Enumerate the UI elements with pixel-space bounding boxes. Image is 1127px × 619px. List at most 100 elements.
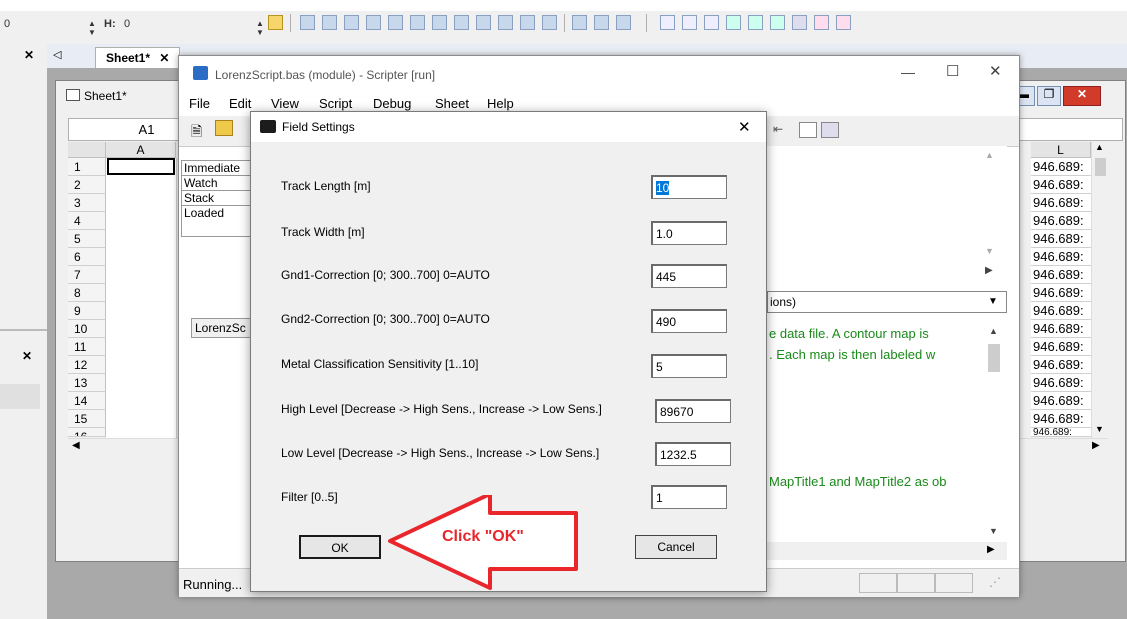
row-header[interactable]: 12: [68, 356, 106, 374]
map-icon-1[interactable]: [300, 15, 315, 30]
close-icon[interactable]: ✕: [24, 48, 34, 62]
shape-icon-5[interactable]: [814, 15, 829, 30]
track-length-field[interactable]: 10: [651, 175, 727, 199]
close-icon[interactable]: ✕: [738, 118, 751, 136]
maximize-icon[interactable]: ☐: [946, 62, 959, 80]
cell-l[interactable]: 946.689:: [1031, 374, 1091, 392]
map-icon-5[interactable]: [388, 15, 403, 30]
cell-l[interactable]: 946.689:: [1031, 212, 1091, 230]
tab-stack[interactable]: Stack: [182, 191, 252, 206]
gnd1-correction-field[interactable]: 445: [651, 264, 727, 288]
cell-l[interactable]: 946.689:: [1031, 176, 1091, 194]
menu-sheet[interactable]: Sheet: [435, 96, 469, 111]
line-icon[interactable]: [660, 15, 675, 30]
scroll-up-icon[interactable]: ▲: [989, 326, 998, 336]
h-value[interactable]: 0: [124, 18, 130, 30]
scroll-left-icon[interactable]: ◀: [72, 440, 80, 451]
high-level-field[interactable]: 89670: [655, 399, 731, 423]
map-icon-3[interactable]: [344, 15, 359, 30]
scroll-right-icon[interactable]: ▶: [1092, 440, 1100, 451]
scroll-thumb[interactable]: [988, 344, 1000, 372]
row-header[interactable]: 1: [68, 158, 106, 176]
cell-l[interactable]: 946.689:: [1031, 356, 1091, 374]
tab-watch[interactable]: Watch: [182, 176, 252, 191]
row-header[interactable]: 6: [68, 248, 106, 266]
scroll-right-icon[interactable]: ▶: [985, 265, 993, 276]
cancel-button[interactable]: Cancel: [635, 535, 717, 559]
track-width-field[interactable]: 1.0: [651, 221, 727, 245]
row-header[interactable]: 10: [68, 320, 106, 338]
tab-immediate[interactable]: Immediate: [182, 161, 252, 176]
layout-icon-2[interactable]: [594, 15, 609, 30]
restore-icon[interactable]: ❐: [1037, 86, 1061, 106]
row-header[interactable]: 16: [68, 428, 106, 437]
lock-icon[interactable]: [268, 15, 283, 30]
row-header[interactable]: 14: [68, 392, 106, 410]
scroll-down-icon[interactable]: ▼: [989, 526, 998, 536]
map-icon-8[interactable]: [454, 15, 469, 30]
map-icon-6[interactable]: [410, 15, 425, 30]
menu-help[interactable]: Help: [487, 96, 514, 111]
new-file-icon[interactable]: 🗎: [191, 121, 202, 145]
select-all-corner[interactable]: [68, 142, 106, 158]
row-header[interactable]: 8: [68, 284, 106, 302]
cell-l[interactable]: 946.689:: [1031, 266, 1091, 284]
shape-icon-4[interactable]: [792, 15, 807, 30]
cell-l[interactable]: 946.689:: [1031, 194, 1091, 212]
row-header[interactable]: 7: [68, 266, 106, 284]
close-icon[interactable]: ✕: [1063, 86, 1101, 106]
cell-l[interactable]: 946.689:: [1031, 338, 1091, 356]
procedure-dropdown[interactable]: ions) ▼: [767, 291, 1007, 313]
menu-debug[interactable]: Debug: [373, 96, 411, 111]
w-spinner-icon[interactable]: ▲ ▼: [88, 19, 96, 37]
scroll-right-icon[interactable]: ▶: [987, 544, 995, 555]
shape-icon-2[interactable]: [748, 15, 763, 30]
low-level-field[interactable]: 1232.5: [655, 442, 731, 466]
selected-cell-a1[interactable]: [107, 158, 175, 175]
close-icon[interactable]: ✕: [989, 62, 1002, 80]
chevron-down-icon[interactable]: ▼: [988, 292, 998, 312]
code-editor[interactable]: e data file. A contour map is . Each map…: [767, 318, 1007, 538]
cell-l[interactable]: 946.689:: [1031, 320, 1091, 338]
code-horizontal-scrollbar[interactable]: ▶: [767, 542, 1007, 560]
sheet-vertical-scrollbar[interactable]: ▲ ▼: [1091, 142, 1109, 438]
properties-icon[interactable]: [821, 122, 839, 138]
scroll-down-icon[interactable]: ▼: [1095, 424, 1104, 434]
metal-sensitivity-field[interactable]: 5: [651, 354, 727, 378]
close-icon[interactable]: ✕: [22, 349, 32, 363]
scroll-down-icon[interactable]: ▼: [985, 246, 994, 256]
scroll-up-icon[interactable]: ▲: [1095, 142, 1104, 152]
map-icon-12[interactable]: [542, 15, 557, 30]
map-icon-9[interactable]: [476, 15, 491, 30]
cell-l[interactable]: 946.689:: [1031, 248, 1091, 266]
cell-l[interactable]: 946.689:: [1031, 302, 1091, 320]
column-header-l[interactable]: L: [1031, 142, 1091, 158]
polyline-icon[interactable]: [682, 15, 697, 30]
cell-l[interactable]: 946.689:: [1031, 410, 1091, 428]
layout-icon-3[interactable]: [616, 15, 631, 30]
layout-icon-1[interactable]: [572, 15, 587, 30]
shape-icon-3[interactable]: [770, 15, 785, 30]
map-icon-10[interactable]: [498, 15, 513, 30]
row-header[interactable]: 9: [68, 302, 106, 320]
outdent-icon[interactable]: ⇤: [773, 122, 783, 136]
row-header[interactable]: 15: [68, 410, 106, 428]
form-icon[interactable]: [799, 122, 817, 138]
open-folder-icon[interactable]: [215, 120, 233, 136]
scroll-thumb[interactable]: [1095, 158, 1106, 176]
menu-edit[interactable]: Edit: [229, 96, 251, 111]
row-header[interactable]: 2: [68, 176, 106, 194]
map-icon-7[interactable]: [432, 15, 447, 30]
cell-l[interactable]: 946.689:: [1031, 230, 1091, 248]
menu-script[interactable]: Script: [319, 96, 352, 111]
row-header[interactable]: 3: [68, 194, 106, 212]
h-spinner-icon[interactable]: ▲ ▼: [256, 19, 264, 37]
shape-icon-6[interactable]: [836, 15, 851, 30]
row-header[interactable]: 11: [68, 338, 106, 356]
column-a-cells[interactable]: [106, 158, 177, 438]
gnd2-correction-field[interactable]: 490: [651, 309, 727, 333]
tab-scroll-left-icon[interactable]: ◁: [53, 48, 61, 61]
map-icon-11[interactable]: [520, 15, 535, 30]
close-icon[interactable]: ✕: [159, 51, 169, 65]
column-header-a[interactable]: A: [106, 142, 176, 158]
